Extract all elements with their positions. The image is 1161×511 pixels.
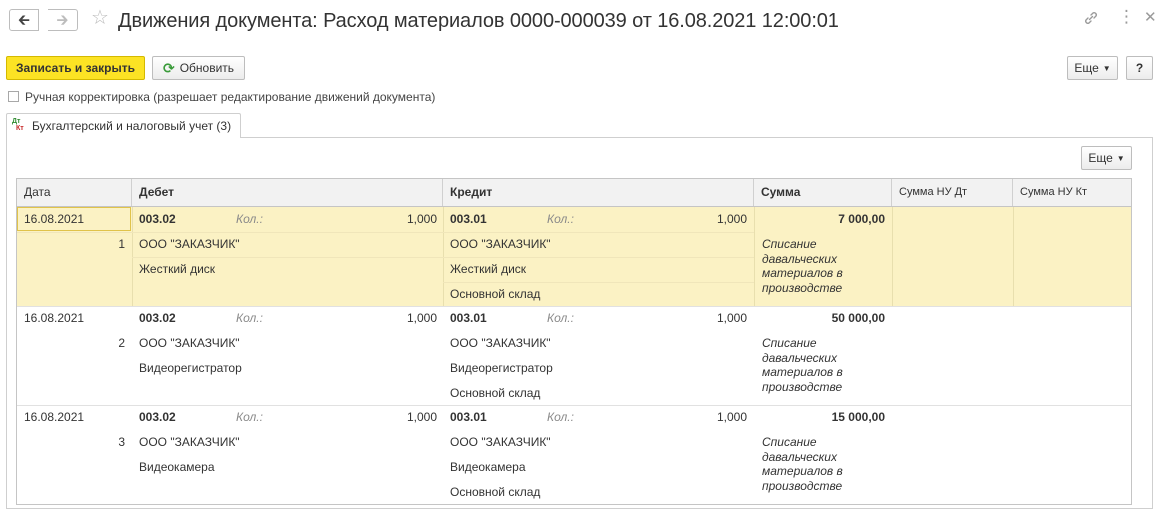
table-row[interactable]: 16.08.2021 2 003.02 Кол.: 1,000 ООО "ЗАК… [17, 306, 1131, 406]
row-content: Списание давальческих материалов в произ… [762, 435, 843, 493]
table-row[interactable]: 16.08.2021 1 003.02 Кол.: 1,000 ООО "ЗАК… [17, 207, 1131, 307]
header-sum-nu-dt[interactable]: Сумма НУ Дт [892, 179, 1013, 206]
credit-subconto-3: Основной склад [450, 485, 541, 499]
credit-qty-label: Кол.: [547, 212, 574, 226]
header-debit[interactable]: Дебет [132, 179, 443, 206]
debit-qty: 1,000 [406, 311, 437, 325]
credit-account: 003.01 [450, 311, 487, 325]
manual-adjustment-label: Ручная корректировка (разрешает редактир… [25, 90, 436, 104]
row-date: 16.08.2021 [24, 311, 85, 325]
credit-account: 003.01 [450, 212, 487, 226]
back-arrow-icon: 🡰 [17, 11, 31, 29]
more-label: Еще [1074, 61, 1099, 75]
dropdown-caret-icon: ▼ [1116, 153, 1125, 163]
credit-subconto-1: ООО "ЗАКАЗЧИК" [450, 435, 551, 449]
row-content: Списание давальческих материалов в произ… [762, 237, 843, 295]
credit-subconto-2: Видеорегистратор [450, 361, 553, 375]
credit-account: 003.01 [450, 410, 487, 424]
debit-account: 003.02 [139, 311, 176, 325]
table-more-button[interactable]: Еще ▼ [1081, 146, 1132, 170]
table-row[interactable]: 16.08.2021 3 003.02 Кол.: 1,000 ООО "ЗАК… [17, 405, 1131, 504]
debit-qty: 1,000 [406, 410, 437, 424]
debit-subconto-2: Видеорегистратор [139, 361, 242, 375]
debit-qty: 1,000 [406, 212, 437, 226]
back-button[interactable]: 🡰 [9, 9, 39, 31]
debit-qty-label: Кол.: [236, 311, 263, 325]
more-button[interactable]: Еще ▼ [1067, 56, 1118, 80]
debit-account: 003.02 [139, 212, 176, 226]
row-sum: 7 000,00 [838, 212, 885, 226]
forward-button[interactable]: 🡲 [48, 9, 78, 31]
credit-subconto-3: Основной склад [450, 287, 541, 301]
row-number: 1 [118, 237, 125, 251]
credit-qty-label: Кол.: [547, 410, 574, 424]
refresh-icon: ⟳ [162, 59, 175, 76]
table-more-label: Еще [1088, 151, 1113, 165]
window-header: 🡰 🡲 ☆ Движения документа: Расход материа… [0, 0, 1161, 44]
row-number: 3 [118, 435, 125, 449]
row-date: 16.08.2021 [24, 212, 85, 226]
close-icon[interactable]: ✕ [1144, 10, 1157, 25]
manual-adjustment-checkbox[interactable] [8, 91, 19, 102]
refresh-label: Обновить [179, 61, 235, 75]
credit-qty: 1,000 [716, 212, 747, 226]
credit-subconto-2: Видеокамера [450, 460, 526, 474]
header-sum-nu-kt[interactable]: Сумма НУ Кт [1013, 179, 1131, 206]
table-header: Дата Дебет Кредит Сумма Сумма НУ Дт Сумм… [17, 179, 1131, 207]
debit-subconto-1: ООО "ЗАКАЗЧИК" [139, 336, 240, 350]
entries-table[interactable]: Дата Дебет Кредит Сумма Сумма НУ Дт Сумм… [16, 178, 1132, 505]
credit-subconto-1: ООО "ЗАКАЗЧИК" [450, 237, 551, 251]
debit-qty-label: Кол.: [236, 212, 263, 226]
row-sum: 50 000,00 [831, 311, 885, 325]
credit-qty: 1,000 [716, 410, 747, 424]
debit-credit-icon: Дт Кт [12, 118, 24, 132]
row-sum: 15 000,00 [831, 410, 885, 424]
page-title: Движения документа: Расход материалов 00… [118, 10, 839, 32]
debit-subconto-2: Видеокамера [139, 460, 215, 474]
tab-label: Бухгалтерский и налоговый учет (3) [32, 119, 232, 133]
credit-subconto-3: Основной склад [450, 386, 541, 400]
header-date[interactable]: Дата [17, 179, 132, 206]
header-credit[interactable]: Кредит [443, 179, 754, 206]
row-date: 16.08.2021 [24, 410, 85, 424]
debit-subconto-2: Жесткий диск [139, 262, 216, 276]
debit-subconto-1: ООО "ЗАКАЗЧИК" [139, 435, 240, 449]
debit-account: 003.02 [139, 410, 176, 424]
star-icon[interactable]: ☆ [91, 8, 109, 28]
forward-arrow-icon: 🡲 [56, 11, 69, 29]
refresh-button[interactable]: ⟳ Обновить [152, 56, 245, 80]
link-icon[interactable] [1083, 10, 1099, 30]
credit-subconto-2: Жесткий диск [450, 262, 527, 276]
row-number: 2 [118, 336, 125, 350]
header-sum[interactable]: Сумма [754, 179, 892, 206]
row-content: Списание давальческих материалов в произ… [762, 336, 843, 394]
dropdown-caret-icon: ▼ [1102, 63, 1111, 73]
debit-subconto-1: ООО "ЗАКАЗЧИК" [139, 237, 240, 251]
more-icon[interactable]: ⋮ [1118, 8, 1135, 25]
help-button[interactable]: ? [1126, 56, 1153, 80]
save-and-close-button[interactable]: Записать и закрыть [6, 56, 145, 80]
credit-subconto-1: ООО "ЗАКАЗЧИК" [450, 336, 551, 350]
tab-accounting[interactable]: Дт Кт Бухгалтерский и налоговый учет (3) [6, 113, 241, 138]
debit-qty-label: Кол.: [236, 410, 263, 424]
credit-qty: 1,000 [716, 311, 747, 325]
credit-qty-label: Кол.: [547, 311, 574, 325]
